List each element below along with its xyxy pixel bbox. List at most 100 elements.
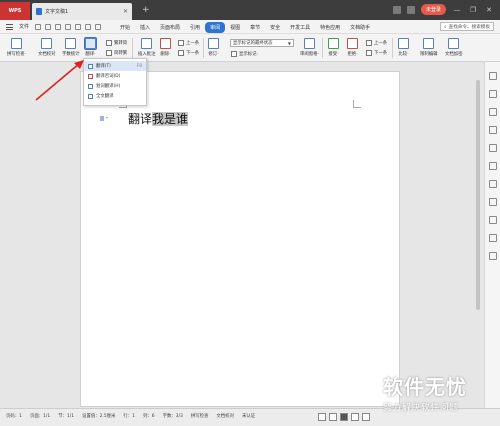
- tab-view[interactable]: 视图: [225, 22, 245, 33]
- tab-security[interactable]: 安全: [265, 22, 285, 33]
- document-text[interactable]: 翻译我是谁: [128, 110, 189, 127]
- sidebar-layers-icon[interactable]: [489, 126, 497, 134]
- status-pages[interactable]: 页面：1/1: [30, 413, 50, 419]
- markup-view-dropdown[interactable]: 显示标记的最终状态 ▼: [230, 39, 294, 47]
- new-doc-icon[interactable]: [35, 23, 42, 30]
- reviewing-pane-button[interactable]: 审阅窗格·: [300, 38, 319, 57]
- menu-item-translate[interactable]: 翻译(T) F8: [84, 61, 146, 71]
- menu-hamburger-icon[interactable]: [6, 23, 13, 30]
- next-comment-button[interactable]: 下一条: [178, 50, 199, 56]
- save-icon[interactable]: [55, 23, 62, 30]
- ribbon-separator: [203, 38, 204, 58]
- reading-view-icon[interactable]: [362, 413, 370, 421]
- web-view-icon[interactable]: [351, 413, 359, 421]
- new-tab-button[interactable]: +: [142, 5, 150, 15]
- menu-item-select-translate-label: 划词翻译(H): [96, 84, 121, 89]
- tab-features[interactable]: 特色应用: [315, 22, 345, 33]
- word-count-button[interactable]: 字数统计: [62, 38, 80, 57]
- eye-protection-icon[interactable]: [318, 413, 326, 421]
- close-tab-icon[interactable]: ✕: [123, 8, 128, 15]
- show-markup-button[interactable]: 显示标记·: [231, 51, 258, 57]
- menu-item-translate-label: 翻译(T): [96, 64, 111, 69]
- menu-item-full-translate[interactable]: 全文翻译: [84, 91, 146, 101]
- traditional-to-simplified-button[interactable]: 简转繁: [106, 50, 127, 56]
- next-change-label: 下一条: [374, 51, 388, 56]
- status-section[interactable]: 节：1/1: [58, 413, 74, 419]
- restrict-editing-button[interactable]: 限制编辑: [420, 38, 438, 57]
- next-change-button[interactable]: 下一条: [366, 50, 387, 56]
- command-search-placeholder: 查找命令、搜索模板: [448, 24, 490, 30]
- doc-proofread-button[interactable]: 文档校对: [38, 38, 56, 57]
- tab-section[interactable]: 章节: [245, 22, 265, 33]
- sidebar-text-icon[interactable]: [489, 252, 497, 260]
- redo-icon[interactable]: [95, 23, 102, 30]
- scrollbar-thumb[interactable]: [476, 80, 480, 310]
- document-text-selected[interactable]: 我是谁: [152, 112, 189, 126]
- minimize-button[interactable]: —: [452, 6, 462, 14]
- spell-check-button[interactable]: 拼写检查·: [7, 38, 26, 57]
- prev-change-button[interactable]: 上一条: [366, 40, 387, 46]
- sidebar-shapes-icon[interactable]: [489, 108, 497, 116]
- status-line[interactable]: 行：1: [123, 413, 135, 419]
- maximize-button[interactable]: ❐: [468, 6, 478, 14]
- select-translate-icon: [88, 83, 93, 89]
- tab-insert[interactable]: 插入: [135, 22, 155, 33]
- sidebar-chart-icon[interactable]: [489, 180, 497, 188]
- tab-developer[interactable]: 开发工具: [285, 22, 315, 33]
- track-changes-button[interactable]: 修订·: [208, 38, 219, 57]
- status-certification[interactable]: 未认证: [242, 413, 255, 419]
- command-search[interactable]: ⌕ 查找命令、搜索模板: [440, 22, 494, 31]
- prev-comment-button[interactable]: 上一条: [178, 40, 199, 46]
- show-markup-label: 显示标记·: [239, 52, 258, 57]
- wps-home-tab[interactable]: WPS: [0, 2, 30, 20]
- comment-icon: [141, 38, 153, 49]
- settings-icon[interactable]: [406, 5, 415, 14]
- preview-icon[interactable]: [75, 23, 82, 30]
- sidebar-star-icon[interactable]: [489, 162, 497, 170]
- menu-item-select-translate[interactable]: 划词翻译(H): [84, 81, 146, 91]
- convert-icon: [106, 50, 112, 56]
- login-button[interactable]: 未登录: [420, 4, 446, 15]
- sidebar-location-icon[interactable]: [489, 144, 497, 152]
- insert-comment-button[interactable]: 插入批注: [138, 38, 156, 57]
- status-position[interactable]: 设置值：2.5厘米: [82, 413, 115, 419]
- delete-comment-button[interactable]: 删除·: [160, 38, 171, 57]
- vertical-scrollbar[interactable]: [475, 70, 481, 406]
- sidebar-help-icon[interactable]: [489, 234, 497, 242]
- print-icon[interactable]: [65, 23, 72, 30]
- layout-icon[interactable]: [392, 5, 401, 14]
- accept-button[interactable]: 接受·: [328, 38, 339, 57]
- tab-home[interactable]: 开始: [115, 22, 135, 33]
- paragraph-layout-icon[interactable]: [100, 116, 104, 121]
- outline-view-icon[interactable]: [329, 413, 337, 421]
- status-column[interactable]: 列：6: [143, 413, 155, 419]
- sidebar-styles-icon[interactable]: [489, 72, 497, 80]
- encrypt-doc-button[interactable]: 文档加密: [445, 38, 463, 57]
- tab-references[interactable]: 引用: [185, 22, 205, 33]
- translate-button[interactable]: 翻译·: [84, 37, 97, 57]
- tab-review[interactable]: 审阅: [205, 22, 226, 33]
- open-icon[interactable]: [45, 23, 52, 30]
- file-menu[interactable]: 文件: [17, 22, 31, 31]
- status-page[interactable]: 页码：1: [6, 413, 22, 419]
- simplified-to-traditional-button[interactable]: 繁转简: [106, 40, 127, 46]
- sidebar-clipboard-icon[interactable]: [489, 198, 497, 206]
- chevron-down-icon[interactable]: ▾: [106, 115, 108, 120]
- translate-icon: [84, 37, 97, 50]
- insert-comment-label: 插入批注: [138, 52, 156, 57]
- compare-button[interactable]: 比较·: [398, 38, 409, 57]
- menu-item-translate-words[interactable]: 翻译否词(D): [84, 71, 146, 81]
- page-view-icon[interactable]: [340, 413, 348, 421]
- reject-button[interactable]: 拒绝·: [347, 38, 358, 57]
- status-proofread[interactable]: 文档校对: [216, 413, 234, 419]
- tab-assistant[interactable]: 文档助手: [345, 22, 375, 33]
- status-spell-check[interactable]: 拼写检查: [191, 413, 209, 419]
- document-tab-label: 文字文稿1: [45, 9, 69, 15]
- close-window-button[interactable]: ✕: [484, 6, 494, 14]
- document-tab[interactable]: 文字文稿1 ✕: [32, 3, 132, 20]
- sidebar-select-icon[interactable]: [489, 90, 497, 98]
- tab-page-layout[interactable]: 页面布局: [155, 22, 185, 33]
- undo-icon[interactable]: [85, 23, 92, 30]
- sidebar-image-icon[interactable]: [489, 216, 497, 224]
- status-word-count[interactable]: 字数：3/3: [163, 413, 183, 419]
